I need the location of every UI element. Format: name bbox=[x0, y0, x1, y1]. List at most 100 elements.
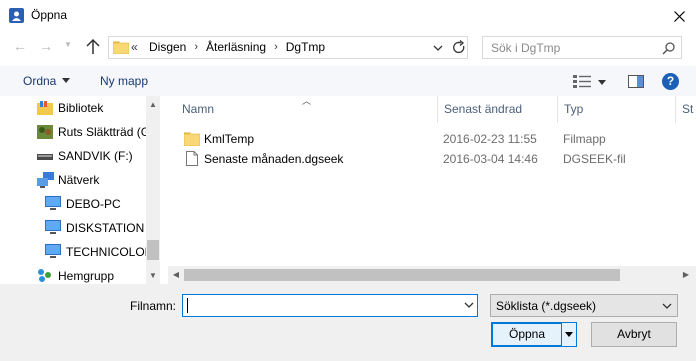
scroll-up-arrow-icon[interactable]: ▲ bbox=[146, 96, 160, 113]
scroll-left-arrow-icon[interactable]: ◀ bbox=[168, 266, 184, 284]
nav-item-network[interactable]: Nätverk bbox=[0, 169, 146, 191]
nav-item-homegroup[interactable]: Hemgrupp bbox=[0, 265, 146, 284]
chevron-down-icon bbox=[433, 45, 443, 51]
nav-item-label: Nätverk bbox=[58, 173, 100, 187]
library-icon bbox=[37, 101, 53, 115]
column-header-modified[interactable]: Senast ändrad bbox=[438, 96, 558, 123]
file-list: ︿ Namn Senast ändrad Typ St KmlTemp 2016… bbox=[168, 96, 696, 284]
address-history-dropdown[interactable] bbox=[431, 41, 445, 55]
breadcrumb-aterlasning[interactable]: Återläsning bbox=[204, 40, 268, 54]
file-icon bbox=[186, 151, 198, 169]
search-placeholder: Sök i DgTmp bbox=[491, 41, 561, 55]
close-button[interactable] bbox=[666, 4, 692, 28]
command-bar: Ordna Ny mapp ? bbox=[0, 66, 696, 96]
arrow-right-icon: → bbox=[39, 38, 53, 54]
scrollbar-thumb[interactable] bbox=[147, 240, 159, 260]
open-button-main[interactable]: Öppna bbox=[492, 323, 562, 346]
filename-label: Filnamn: bbox=[130, 299, 177, 313]
navigation-pane: Bibliotek Ruts Släktträd (G SANDVIK (F:)… bbox=[0, 96, 160, 284]
nav-item-sandvik[interactable]: SANDVIK (F:) bbox=[0, 145, 146, 167]
nav-item-label: SANDVIK (F:) bbox=[58, 149, 133, 163]
tree-drive-icon bbox=[37, 125, 53, 139]
file-modified: 2016-02-23 11:55 bbox=[443, 132, 537, 146]
organize-button[interactable]: Ordna bbox=[23, 74, 56, 88]
nav-item-library[interactable]: Bibliotek bbox=[0, 97, 146, 119]
file-name: KmlTemp bbox=[204, 132, 255, 146]
computer-icon bbox=[45, 244, 61, 258]
file-modified: 2016-03-04 14:46 bbox=[443, 152, 538, 166]
chevron-right-icon[interactable]: › bbox=[188, 41, 204, 53]
chevron-down-icon bbox=[661, 300, 673, 312]
refresh-button[interactable] bbox=[452, 40, 466, 55]
nav-item-label: DISKSTATION bbox=[66, 221, 145, 235]
table-row[interactable]: KmlTemp 2016-02-23 11:55 Filmapp bbox=[168, 129, 688, 149]
chevron-down-icon bbox=[464, 302, 474, 308]
nav-item-label: Bibliotek bbox=[58, 101, 104, 115]
chevron-right-icon[interactable]: › bbox=[268, 41, 284, 53]
scrollbar-thumb[interactable] bbox=[184, 269, 620, 281]
table-row[interactable]: Senaste månaden.dgseek 2016-03-04 14:46 … bbox=[168, 149, 688, 169]
breadcrumb-dgtmp[interactable]: DgTmp bbox=[284, 40, 327, 54]
chevron-down-icon[interactable] bbox=[62, 78, 70, 83]
nav-item-label: Hemgrupp bbox=[58, 269, 115, 283]
network-icon bbox=[37, 172, 54, 188]
address-overflow[interactable]: « bbox=[131, 40, 138, 54]
close-icon bbox=[673, 10, 685, 22]
column-header-name[interactable]: Namn bbox=[168, 96, 438, 123]
filename-history-dropdown[interactable] bbox=[463, 299, 475, 311]
open-options-dropdown[interactable] bbox=[562, 323, 576, 346]
folder-icon bbox=[112, 41, 130, 55]
nav-item-debo-pc[interactable]: DEBO-PC bbox=[0, 193, 146, 215]
chevron-down-icon[interactable] bbox=[598, 80, 606, 85]
back-button[interactable]: ← bbox=[12, 38, 28, 56]
refresh-icon bbox=[453, 40, 465, 54]
filetype-value: Söklista (*.dgseek) bbox=[496, 299, 597, 313]
nav-item-label: DEBO-PC bbox=[66, 197, 121, 211]
chevron-down-icon: ▼ bbox=[64, 40, 72, 49]
breadcrumb-disgen[interactable]: Disgen bbox=[147, 40, 188, 54]
title-bar: Öppna bbox=[0, 0, 696, 31]
window-title: Öppna bbox=[31, 8, 68, 22]
chevron-down-icon bbox=[565, 332, 573, 337]
new-folder-button[interactable]: Ny mapp bbox=[100, 74, 148, 88]
nav-item-label: Ruts Släktträd (G bbox=[58, 125, 146, 139]
nav-item-ruts-slakttrad[interactable]: Ruts Släktträd (G bbox=[0, 121, 146, 143]
app-icon bbox=[9, 8, 24, 23]
nav-item-diskstation[interactable]: DISKSTATION bbox=[0, 217, 146, 239]
search-icon bbox=[662, 41, 676, 55]
text-caret bbox=[187, 298, 188, 313]
recent-locations-button[interactable]: ▼ bbox=[62, 40, 74, 54]
homegroup-icon bbox=[37, 268, 53, 282]
preview-pane-icon[interactable] bbox=[628, 75, 644, 88]
filename-field[interactable] bbox=[182, 294, 478, 317]
usb-drive-icon bbox=[37, 151, 53, 165]
forward-button[interactable]: → bbox=[38, 38, 54, 56]
scroll-down-arrow-icon[interactable]: ▼ bbox=[146, 267, 160, 284]
file-type: Filmapp bbox=[563, 132, 606, 146]
column-header-size[interactable]: St bbox=[676, 96, 696, 123]
up-button[interactable] bbox=[84, 37, 102, 57]
nav-item-technicolor[interactable]: TECHNICOLOR bbox=[0, 241, 146, 263]
file-type: DGSEEK-fil bbox=[563, 152, 626, 166]
column-header-type[interactable]: Typ bbox=[558, 96, 676, 123]
file-name: Senaste månaden.dgseek bbox=[204, 152, 344, 166]
bottom-panel: Filnamn: Söklista (*.dgseek) Öppna Avbry… bbox=[0, 284, 696, 361]
nav-item-label: TECHNICOLOR bbox=[66, 245, 146, 259]
open-button[interactable]: Öppna bbox=[491, 322, 577, 347]
help-icon[interactable]: ? bbox=[662, 73, 679, 90]
scroll-right-arrow-icon[interactable]: ▶ bbox=[678, 266, 694, 284]
breadcrumb: Disgen › Återläsning › DgTmp bbox=[147, 40, 327, 54]
navigation-scrollbar[interactable]: ▲ ▼ bbox=[146, 96, 160, 284]
address-bar[interactable]: « Disgen › Återläsning › DgTmp bbox=[108, 36, 468, 59]
horizontal-scrollbar[interactable]: ◀ ▶ bbox=[168, 266, 696, 284]
cancel-button[interactable]: Avbryt bbox=[591, 322, 677, 347]
open-button-label: Öppna bbox=[508, 327, 546, 341]
folder-icon bbox=[183, 132, 201, 149]
computer-icon bbox=[45, 196, 61, 210]
view-options-icon[interactable] bbox=[573, 75, 591, 88]
filetype-select[interactable]: Söklista (*.dgseek) bbox=[490, 294, 678, 317]
computer-icon bbox=[45, 220, 61, 234]
search-input[interactable]: Sök i DgTmp bbox=[482, 36, 682, 59]
arrow-left-icon: ← bbox=[13, 38, 27, 54]
arrow-up-icon bbox=[86, 38, 100, 54]
